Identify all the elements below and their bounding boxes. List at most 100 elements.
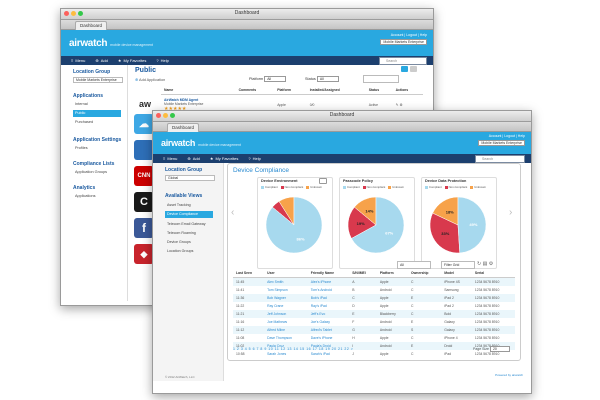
table-row[interactable]: 11:22 Ray Crane Ray's iPad D Apple CiPad 2 123… [233,302,515,310]
chart-menu-icon[interactable] [319,178,327,184]
table-cell[interactable]: Alex Smith [264,277,308,286]
table-cell: Bold [441,310,472,318]
column-header[interactable]: Platform [274,86,307,95]
table-cell[interactable]: Tom's Android [308,286,350,294]
settings-icon[interactable]: ⚙ [399,103,402,107]
table-cell[interactable]: Bob Wagner [264,294,308,302]
table-cell[interactable]: Ray Crane [264,302,308,310]
sidebar-item-telecom-email-gateway[interactable]: Telecom Email Gateway [167,222,206,226]
table-row[interactable]: 11:12 Alfred Milne Alfred's Tablet G Android… [233,326,515,334]
app-icon-red[interactable]: ◆ [134,244,154,264]
add-application-link[interactable]: ⊕ Add Application [135,77,165,82]
table-row[interactable]: 11:08 Dave Thompson Dave's iPhone H Apple CiP… [233,334,515,342]
sidebar-item-device-compliance[interactable]: Device Compliance [165,211,213,218]
org-select[interactable]: Mobile Markets Enterprise [478,140,525,146]
settings-icon[interactable]: ⚙ [489,261,493,267]
print-icon[interactable]: ▤ [483,261,488,267]
account-links[interactable]: Account | Logout | Help [478,134,525,138]
account-links[interactable]: Account | Logout | Help [380,33,427,37]
pagination[interactable]: 1 2 3 4 5 6 7 8 9 10 11 12 13 14 15 16 1… [233,347,353,351]
app-icon-cnn[interactable]: CNN [134,166,154,186]
star-icon: ★ [117,58,122,63]
table-row[interactable]: 11:21 Jeff Johnson Jeff's Evo E Blackberry C B… [233,310,515,318]
column-header[interactable]: User [264,269,308,278]
sidebar-item-applications[interactable]: Applications [75,194,95,198]
table-cell[interactable]: Sarah's iPad [308,350,350,358]
grid-filter-select[interactable]: Filter Grid [441,261,475,269]
nav-favorites[interactable]: ★ My Favorites [210,156,239,161]
nav-help[interactable]: ? Help [248,156,260,161]
table-cell[interactable]: Jeff's Evo [307,310,350,318]
sidebar-item-asset-tracking[interactable]: Asset Tracking [167,203,191,207]
table-cell[interactable]: Alex's iPhone [307,277,350,286]
table-cell[interactable]: Sarah Jones [264,350,308,358]
location-group-select[interactable]: Global [165,175,215,181]
table-cell[interactable]: Joe's Galaxy [308,318,350,326]
search-input[interactable]: Search [475,155,525,163]
grid-all-select[interactable]: All [397,261,431,269]
table-cell[interactable]: Dave's iPhone [308,334,350,342]
grid-search-input[interactable] [363,75,399,83]
table-row[interactable]: 11:16 Joe Mathews Joe's Galaxy F Android E Gal… [233,318,515,326]
nav-help[interactable]: ? Help [156,58,168,63]
app-icon-c[interactable]: C [134,192,154,212]
column-header[interactable]: Platform [376,269,408,278]
app-icon-facebook[interactable]: f [134,218,154,238]
refresh-icon[interactable]: ↻ [477,261,481,267]
table-cell[interactable]: Dave Thompson [264,334,308,342]
sidebar-item-purchased[interactable]: Purchased [75,120,93,124]
table-cell[interactable]: Tom Simpson [264,286,308,294]
app-icon-cloud[interactable]: ☁ [134,114,154,134]
sidebar-item-public[interactable]: Public [73,110,121,117]
column-header[interactable]: Status [365,86,393,95]
nav-add[interactable]: ⊕ Add [187,156,199,161]
table-cell[interactable]: Alfred's Tablet [307,326,350,334]
column-header[interactable]: Name [161,86,236,95]
page-size-control[interactable]: Page Size 20 [473,346,510,352]
grid-view-icon[interactable] [401,66,408,72]
sidebar-item-device-groups[interactable]: Device Groups [167,240,191,244]
location-group-select[interactable]: Mobile Markets Enterprise [73,77,123,83]
table-cell[interactable]: Joe Mathews [264,318,308,326]
nav-favorites[interactable]: ★ My Favorites [118,58,147,63]
table-row[interactable]: 11:45 Alex Smith Alex's iPhone A Apple CiPhon… [233,277,515,286]
sidebar-item-telecom-roaming[interactable]: Telecom Roaming [167,231,196,235]
list-view-icon[interactable] [410,66,417,72]
nav-add[interactable]: ⊕ Add [95,58,107,63]
table-cell[interactable]: Alfred Milne [264,326,308,334]
column-header[interactable]: Comments [235,86,275,95]
table-cell[interactable]: Jeff Johnson [264,310,308,318]
nav-menu[interactable]: ≡ Menu [71,58,85,63]
app-icon-blank[interactable] [134,140,154,160]
search-input[interactable]: Search [379,57,427,65]
browser-tab[interactable]: Dashboard [75,21,108,30]
column-header[interactable]: Actions [392,86,423,95]
table-cell: C [410,288,414,292]
column-header[interactable]: S/N/IMEI [349,269,377,278]
sidebar-item-location-groups[interactable]: Location Groups [167,249,193,253]
table-cell: iPad [444,352,452,356]
table-cell: 1234 5678 8910 [471,326,515,334]
table-cell: E [407,294,442,302]
org-select[interactable]: Mobile Markets Enterprise [380,39,427,45]
column-header[interactable]: Last Seen [233,269,265,278]
platform-filter[interactable]: Platform All [249,76,287,82]
status-filter[interactable]: Status All [305,76,339,82]
chart-prev-arrow[interactable]: ‹ [231,207,234,218]
table-cell[interactable]: Bob's iPad [307,294,350,302]
chart-next-arrow[interactable]: › [509,207,512,218]
nav-menu[interactable]: ≡ Menu [163,156,177,161]
sidebar-item-application-groups[interactable]: Application Groups [75,170,107,174]
sidebar-item-internal[interactable]: Internal [75,102,88,106]
table-cell[interactable]: Ray's iPad [308,302,350,310]
column-header[interactable]: Friendly Name [307,269,350,278]
pie-value-label: 19% [357,221,365,226]
column-header[interactable]: Model [441,269,472,278]
browser-tab[interactable]: Dashboard [167,123,200,132]
column-header[interactable]: Serial [471,269,515,278]
column-header[interactable]: Installed/Assigned [306,86,366,95]
table-row[interactable]: 11:36 Bob Wagner Bob's iPad C Apple EiPad 2 12… [233,294,515,302]
column-header[interactable]: Ownership [407,269,442,278]
sidebar-item-profiles[interactable]: Profiles [75,146,88,150]
table-row[interactable]: 11:41 Tom Simpson Tom's Android B Android C Sa… [233,286,515,294]
